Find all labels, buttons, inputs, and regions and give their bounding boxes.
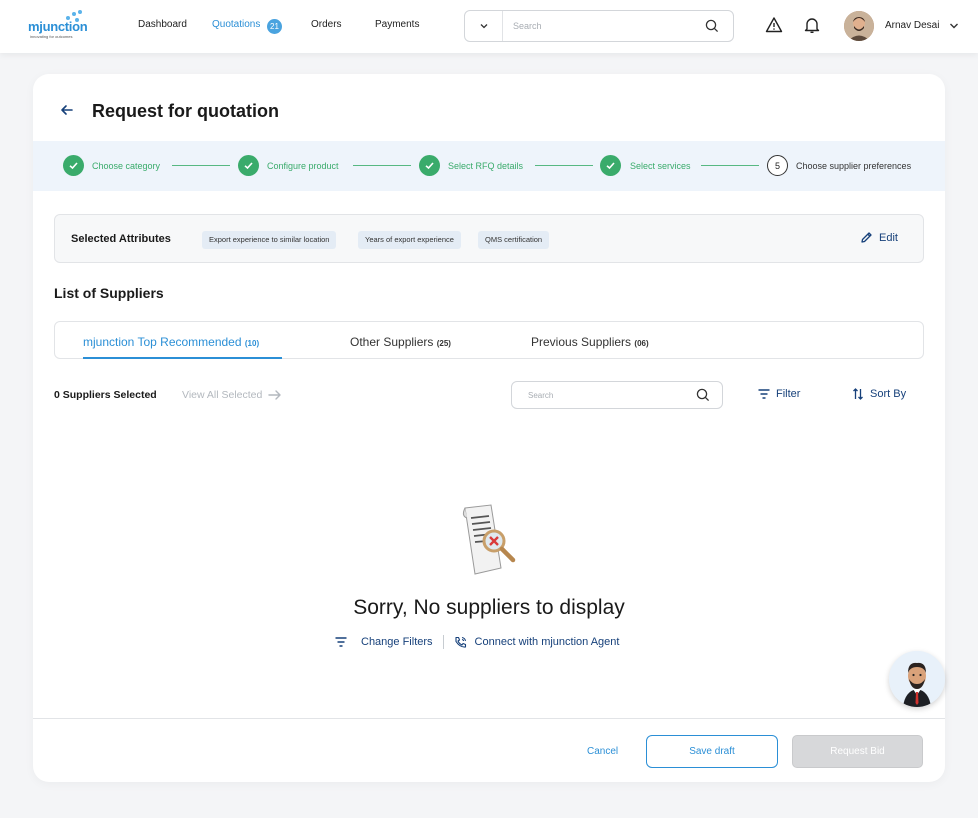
step-4-check-icon: [600, 155, 621, 176]
empty-state-title: Sorry, No suppliers to display: [353, 596, 625, 619]
step-3-label[interactable]: Select RFQ details: [448, 161, 523, 171]
connect-agent-label: Connect with mjunction Agent: [474, 636, 620, 648]
step-4-label[interactable]: Select services: [630, 161, 691, 171]
agent-chat-button[interactable]: [889, 651, 945, 707]
change-filters-label: Change Filters: [361, 636, 433, 648]
view-all-selected-link[interactable]: View All Selected: [182, 389, 282, 401]
view-all-label: View All Selected: [182, 389, 263, 401]
search-icon[interactable]: [696, 388, 710, 402]
user-name[interactable]: Arnav Desai: [885, 20, 939, 31]
edit-label: Edit: [879, 231, 898, 244]
warning-icon[interactable]: [765, 16, 783, 34]
phone-call-icon: [454, 636, 466, 648]
nav-quotations[interactable]: Quotations: [212, 19, 260, 30]
supplier-tabs: mjunction Top Recommended (10) Other Sup…: [54, 321, 924, 359]
tab-label: mjunction Top Recommended: [83, 335, 242, 349]
page-title: Request for quotation: [92, 101, 279, 121]
progress-stepper: Choose category Configure product Select…: [33, 141, 945, 191]
logo-tagline: innovating for outcomes: [30, 34, 73, 39]
step-5-label[interactable]: Choose supplier preferences: [796, 161, 911, 171]
mjunction-logo[interactable]: mjunction innovating for outcomes: [28, 10, 92, 42]
request-bid-button[interactable]: Request Bid: [792, 735, 923, 768]
bell-icon[interactable]: [804, 16, 820, 34]
sort-label: Sort By: [870, 388, 907, 400]
arrow-left-icon: [61, 105, 73, 115]
step-2-label[interactable]: Configure product: [267, 161, 339, 171]
search-input[interactable]: Search: [513, 21, 542, 31]
agent-avatar-icon: [889, 651, 945, 707]
step-connector: [353, 165, 411, 166]
step-2-check-icon: [238, 155, 259, 176]
empty-state-actions: Change Filters Connect with mjunction Ag…: [335, 635, 619, 649]
edit-attributes-button[interactable]: Edit: [860, 231, 898, 244]
back-button[interactable]: [55, 98, 79, 122]
nav-orders[interactable]: Orders: [311, 19, 342, 30]
step-1-check-icon: [63, 155, 84, 176]
supplier-search-input[interactable]: Search: [528, 391, 553, 400]
selected-attributes-panel: Selected Attributes Export experience to…: [54, 214, 924, 263]
supplier-search: Search: [511, 381, 723, 409]
form-footer: Cancel Save draft Request Bid: [33, 718, 945, 782]
step-connector: [701, 165, 759, 166]
tab-count: (10): [244, 339, 260, 348]
attribute-chip: Years of export experience: [358, 231, 461, 249]
divider: [442, 635, 444, 649]
filter-label: Filter: [776, 388, 801, 400]
no-results-illustration: [462, 504, 516, 575]
tab-label: Previous Suppliers: [531, 335, 632, 349]
arrow-right-icon: [268, 390, 282, 400]
rfq-card: Request for quotation Choose category Co…: [33, 74, 945, 782]
chevron-down-icon: [480, 24, 487, 29]
tab-previous-suppliers[interactable]: Previous Suppliers (06): [531, 335, 649, 349]
chevron-down-icon[interactable]: [948, 20, 960, 32]
filter-icon: [335, 637, 347, 647]
attribute-chip: Export experience to similar location: [202, 231, 337, 249]
top-navbar: mjunction innovating for outcomes Dashbo…: [0, 0, 978, 53]
tab-other-suppliers[interactable]: Other Suppliers (25): [350, 335, 451, 349]
connect-agent-link[interactable]: Connect with mjunction Agent: [454, 636, 620, 649]
step-5-number: 5: [767, 155, 788, 176]
pencil-icon: [861, 232, 872, 243]
filter-icon: [758, 389, 770, 399]
tab-count: (25): [436, 339, 451, 348]
selected-attributes-title: Selected Attributes: [71, 233, 171, 245]
step-connector: [535, 165, 593, 166]
tab-label: Other Suppliers: [350, 335, 434, 349]
nav-dashboard[interactable]: Dashboard: [138, 19, 187, 30]
active-tab-indicator: [83, 357, 282, 359]
step-1-label[interactable]: Choose category: [92, 161, 160, 171]
change-filters-link[interactable]: Change Filters: [335, 636, 433, 648]
step-connector: [172, 165, 230, 166]
filter-button[interactable]: Filter: [758, 388, 800, 400]
user-avatar[interactable]: [844, 11, 874, 41]
nav-payments[interactable]: Payments: [375, 19, 419, 30]
cancel-button[interactable]: Cancel: [587, 746, 618, 757]
tab-top-recommended[interactable]: mjunction Top Recommended (10): [83, 335, 259, 349]
suppliers-section-title: List of Suppliers: [54, 285, 164, 301]
sort-by-button[interactable]: Sort By: [852, 388, 906, 400]
save-draft-button[interactable]: Save draft: [646, 735, 778, 768]
global-search: Search: [464, 10, 734, 42]
tab-count: (06): [634, 339, 649, 348]
sort-icon: [853, 388, 863, 400]
logo-wordmark: mjunction: [28, 19, 88, 34]
user-avatar-photo: [844, 11, 874, 41]
suppliers-selected-count: 0 Suppliers Selected: [54, 389, 157, 401]
quotations-count-badge: 21: [267, 19, 282, 34]
search-icon[interactable]: [705, 19, 719, 33]
attribute-chip: QMS certification: [478, 231, 550, 249]
search-scope-dropdown[interactable]: [465, 11, 503, 41]
step-3-check-icon: [419, 155, 440, 176]
